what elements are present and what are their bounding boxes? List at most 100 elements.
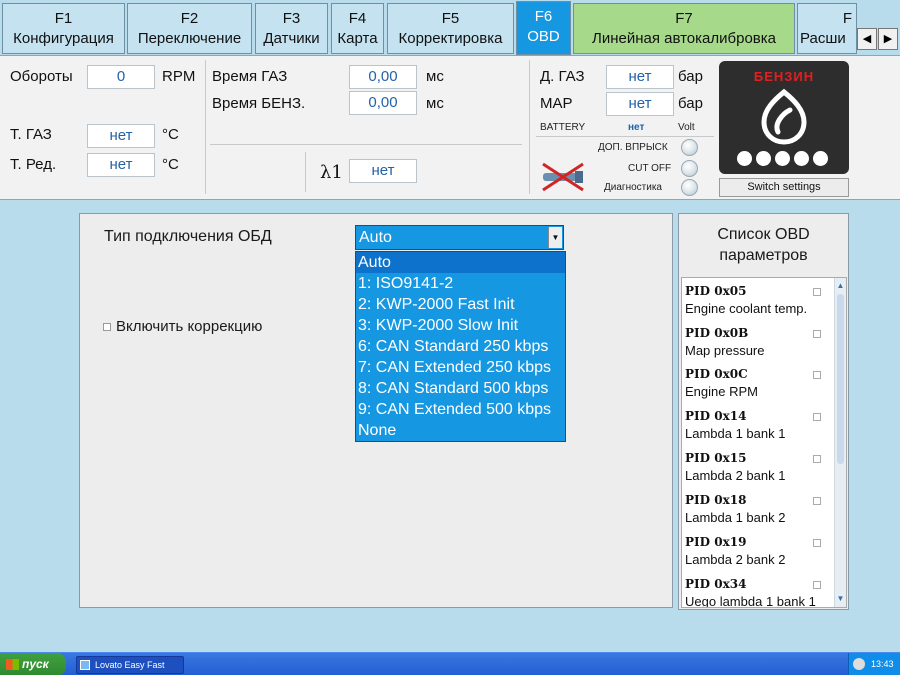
tab-label: Расши xyxy=(800,30,846,47)
map-unit: бар xyxy=(678,95,703,112)
dropdown-option[interactable]: 9: CAN Extended 500 kbps xyxy=(356,399,565,420)
rpm-unit: RPM xyxy=(162,68,196,85)
pid-checkbox[interactable] xyxy=(813,497,821,505)
fuel-dot xyxy=(794,151,809,166)
scroll-down-icon[interactable]: ▼ xyxy=(835,593,846,605)
scroll-up-icon[interactable]: ▲ xyxy=(835,280,846,292)
battery-value: нет xyxy=(628,122,645,133)
fuel-dot xyxy=(756,151,771,166)
lambda-value: нет xyxy=(349,159,417,183)
pid-name: Lambda 2 bank 1 xyxy=(685,468,786,483)
dropdown-option[interactable]: Auto xyxy=(356,252,565,273)
pid-checkbox[interactable] xyxy=(813,581,821,589)
chevron-down-icon[interactable]: ▼ xyxy=(548,227,562,248)
gas-time-value: 0,00 xyxy=(349,65,417,89)
petrol-time-value: 0,00 xyxy=(349,91,417,115)
dropdown-option[interactable]: 2: KWP-2000 Fast Init xyxy=(356,294,565,315)
diagnostics-label: Диагностика xyxy=(604,182,662,193)
battery-label: BATTERY xyxy=(540,122,586,133)
pid-name: Lambda 1 bank 2 xyxy=(685,510,786,525)
pid-checkbox[interactable] xyxy=(813,539,821,547)
dropdown-option[interactable]: None xyxy=(356,420,565,441)
tab-correction[interactable]: F5 Корректировка xyxy=(387,3,514,54)
system-tray: 13:43 xyxy=(848,653,900,675)
divider xyxy=(529,60,530,194)
obd-params-list: PID 0x05 Engine coolant temp. PID 0x0B M… xyxy=(681,277,847,608)
dropdown-option[interactable]: 7: CAN Extended 250 kbps xyxy=(356,357,565,378)
dropdown-option[interactable]: 1: ISO9141-2 xyxy=(356,273,565,294)
gas-time-unit: мс xyxy=(426,68,444,85)
gas-temp-value: нет xyxy=(87,124,155,148)
divider xyxy=(305,152,306,192)
start-label: пуск xyxy=(22,657,49,671)
injector-off-icon xyxy=(539,161,587,193)
tab-key: F2 xyxy=(180,10,199,27)
tab-scroll-right-button[interactable]: ▶ xyxy=(878,28,898,50)
list-item: PID 0x14 Lambda 1 bank 1 xyxy=(685,409,835,441)
obd-list-scrollbar[interactable]: ▲ ▼ xyxy=(834,278,846,607)
gas-pressure-value: нет xyxy=(606,65,674,89)
tab-label: Переключение xyxy=(137,30,242,47)
list-item: PID 0x0C Engine RPM xyxy=(685,367,835,399)
connection-type-dropdown: Auto 1: ISO9141-2 2: KWP-2000 Fast Init … xyxy=(355,251,566,442)
diagnostics-led xyxy=(681,179,698,196)
list-item: PID 0x15 Lambda 2 bank 1 xyxy=(685,451,835,483)
tab-bar: F1 Конфигурация F2 Переключение F3 Датчи… xyxy=(0,0,900,55)
switch-settings-button[interactable]: Switch settings xyxy=(719,178,849,197)
taskbar: пуск Lovato Easy Fast 13:43 xyxy=(0,652,900,675)
pid-name: Map pressure xyxy=(685,343,765,358)
petrol-time-unit: мс xyxy=(426,95,444,112)
dropdown-option[interactable]: 6: CAN Standard 250 kbps xyxy=(356,336,565,357)
fuel-label: БЕНЗИН xyxy=(753,69,815,84)
tab-key: F1 xyxy=(54,10,73,27)
enable-correction-checkbox[interactable] xyxy=(103,323,111,332)
fuel-dot xyxy=(775,151,790,166)
reducer-temp-value: нет xyxy=(87,153,155,177)
windows-logo-icon xyxy=(6,659,19,671)
fuel-dot xyxy=(737,151,752,166)
app-icon xyxy=(80,660,90,670)
connection-type-label: Тип подключения ОБД xyxy=(104,228,272,245)
tab-scroll-left-button[interactable]: ◀ xyxy=(857,28,877,50)
dropdown-option[interactable]: 3: KWP-2000 Slow Init xyxy=(356,315,565,336)
pid-checkbox[interactable] xyxy=(813,330,821,338)
taskbar-app-button[interactable]: Lovato Easy Fast xyxy=(76,656,184,674)
tab-extended[interactable]: F Расши xyxy=(797,3,857,54)
gas-temp-unit: °C xyxy=(162,126,179,143)
connection-type-select[interactable]: Auto ▼ xyxy=(355,225,564,250)
tab-map[interactable]: F4 Карта xyxy=(331,3,384,54)
tab-obd[interactable]: F6 OBD xyxy=(516,1,571,55)
reducer-temp-label: Т. Ред. xyxy=(10,156,57,173)
pid-checkbox[interactable] xyxy=(813,288,821,296)
gas-temp-label: Т. ГАЗ xyxy=(10,126,52,143)
tab-switching[interactable]: F2 Переключение xyxy=(127,3,252,54)
tab-linear-autocalibration[interactable]: F7 Линейная автокалибровка xyxy=(573,3,795,54)
pid-checkbox[interactable] xyxy=(813,455,821,463)
tab-key: F xyxy=(842,10,852,27)
tray-icon[interactable] xyxy=(853,658,865,670)
cutoff-label: CUT OFF xyxy=(628,163,672,174)
scrollbar-thumb[interactable] xyxy=(837,294,844,464)
pid-name: Uego lambda 1 bank 1 xyxy=(685,594,816,608)
pid-name: Lambda 1 bank 1 xyxy=(685,426,786,441)
pid-checkbox[interactable] xyxy=(813,371,821,379)
petrol-time-label: Время БЕНЗ. xyxy=(212,95,306,112)
fuel-dot xyxy=(813,151,828,166)
battery-unit: Volt xyxy=(678,122,695,133)
tab-key: F7 xyxy=(675,10,693,27)
rpm-label: Обороты xyxy=(10,68,73,85)
dropdown-option[interactable]: 8: CAN Standard 500 kbps xyxy=(356,378,565,399)
rpm-value: 0 xyxy=(87,65,155,89)
tab-label: Конфигурация xyxy=(13,30,114,47)
list-item: PID 0x19 Lambda 2 bank 2 xyxy=(685,535,835,567)
fuel-switch-panel[interactable]: БЕНЗИН xyxy=(719,61,849,174)
tab-configuration[interactable]: F1 Конфигурация xyxy=(2,3,125,54)
start-button[interactable]: пуск xyxy=(0,653,66,675)
extra-injection-led xyxy=(681,139,698,156)
map-value: нет xyxy=(606,92,674,116)
pid-checkbox[interactable] xyxy=(813,413,821,421)
status-panel: Обороты 0 RPM Т. ГАЗ нет °C Т. Ред. нет … xyxy=(0,55,900,200)
enable-correction-row[interactable]: Включить коррекцию xyxy=(103,318,262,335)
obd-settings-panel: Тип подключения ОБД Auto ▼ Auto 1: ISO91… xyxy=(79,213,673,608)
tab-sensors[interactable]: F3 Датчики xyxy=(255,3,328,54)
